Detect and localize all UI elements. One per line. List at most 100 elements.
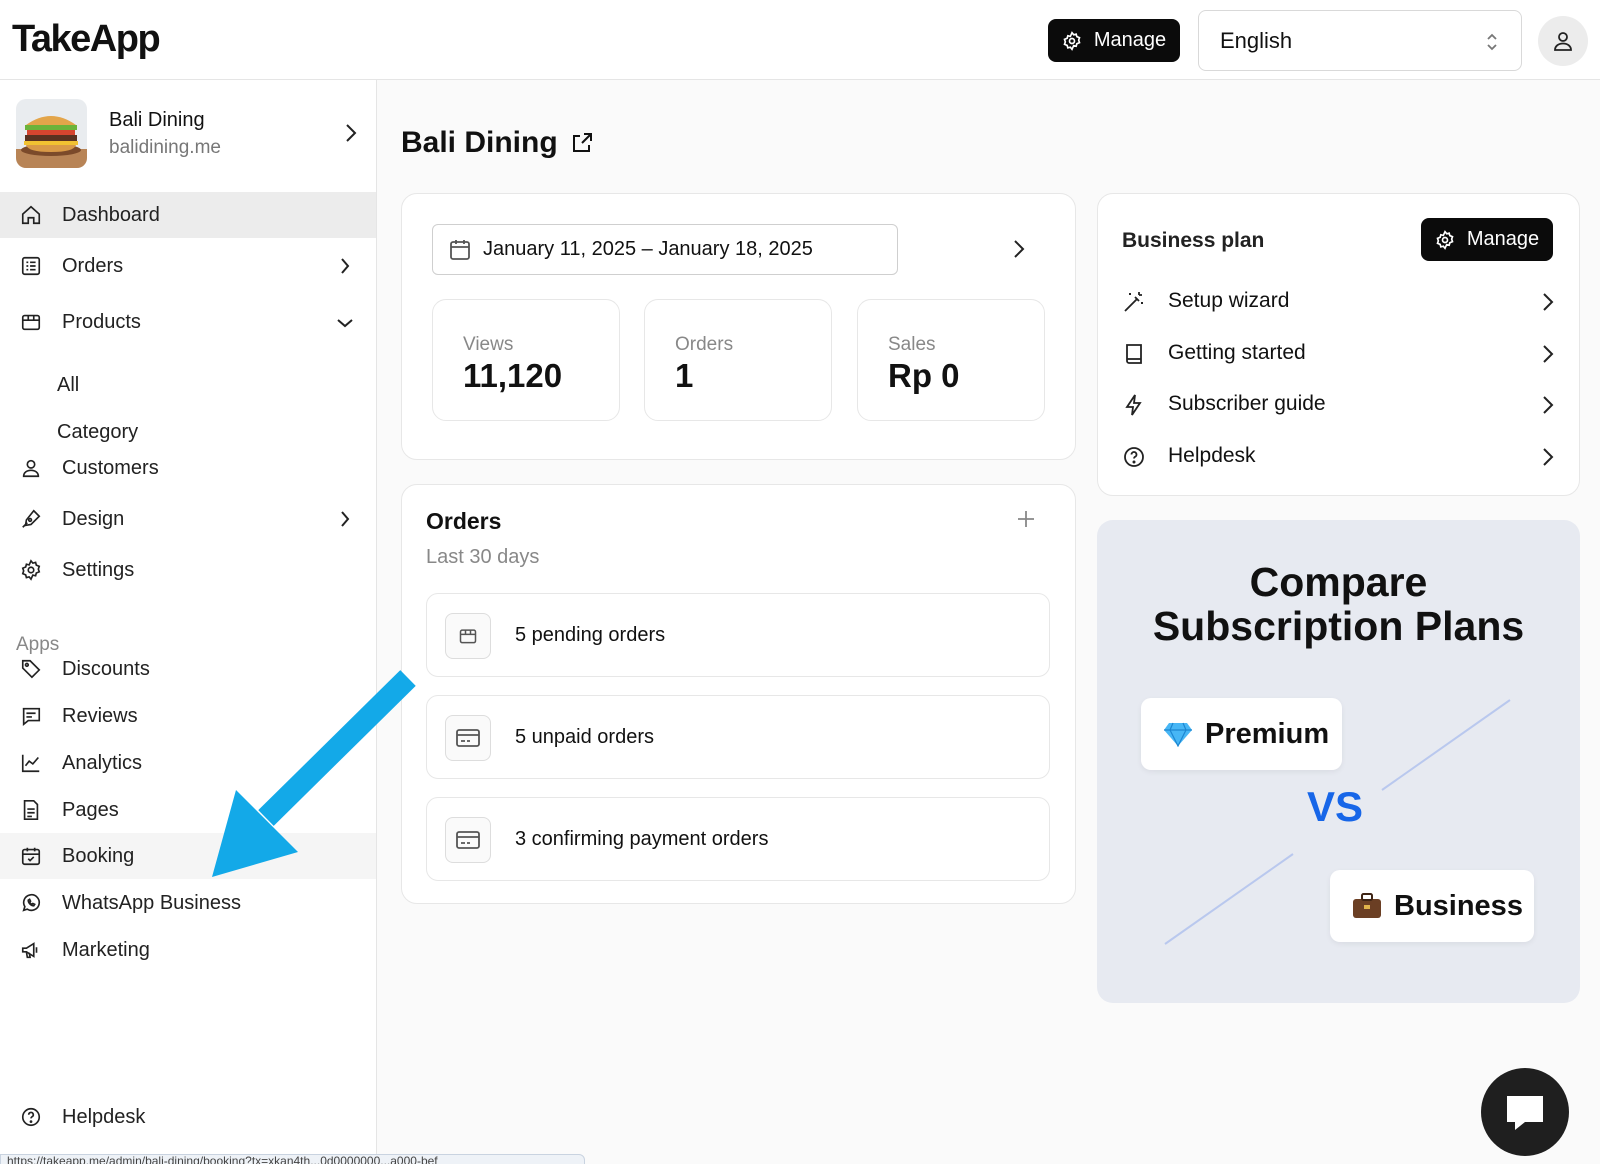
takeapp-logo[interactable]: TakeApp <box>12 18 161 61</box>
credit-card-icon <box>456 831 480 849</box>
sidebar-item-orders[interactable]: Orders <box>0 243 376 289</box>
plan-item-label: Getting started <box>1168 341 1306 364</box>
order-row-icon-box <box>445 817 491 863</box>
chevron-right-icon[interactable] <box>1013 239 1025 259</box>
plan-item-label: Helpdesk <box>1168 444 1256 467</box>
sidebar-label-orders: Orders <box>62 254 124 277</box>
plus-icon[interactable] <box>1016 509 1036 529</box>
chevron-right-icon <box>346 124 357 142</box>
sidebar-label-helpdesk: Helpdesk <box>62 1105 146 1128</box>
gear-icon <box>1436 229 1454 250</box>
sidebar-label-settings: Settings <box>62 558 135 581</box>
browser-status-url: https://takeapp.me/admin/bali-dining/boo… <box>0 1154 585 1164</box>
stat-views: Views 11,120 <box>432 299 620 421</box>
stat-sales-label: Sales <box>888 334 936 355</box>
page-title: Bali Dining <box>401 126 594 160</box>
chevron-right-icon <box>1543 396 1554 414</box>
sidebar-subitem-all[interactable]: All <box>57 374 79 397</box>
plan-manage-label: Manage <box>1466 228 1540 250</box>
chevron-right-icon <box>1543 448 1554 466</box>
store-thumbnail <box>16 99 87 168</box>
book-icon <box>1126 344 1142 364</box>
date-range-text: January 11, 2025 – January 18, 2025 <box>483 238 813 260</box>
sidebar-label-reviews: Reviews <box>62 704 138 727</box>
banner-title-line2: Subscription Plans <box>1152 603 1525 649</box>
order-row-text: 5 pending orders <box>515 624 666 646</box>
plan-item-setup-wizard[interactable]: Setup wizard <box>1122 286 1556 316</box>
briefcase-icon <box>1353 893 1381 918</box>
header-manage-button[interactable]: Manage <box>1048 19 1180 62</box>
chat-support-button[interactable] <box>1481 1068 1569 1156</box>
chevron-down-icon <box>337 319 353 328</box>
business-plan-card: Business plan Manage Setup wizard Gettin… <box>1097 193 1580 496</box>
sidebar-subitem-category[interactable]: Category <box>57 421 138 444</box>
top-bar: TakeApp Manage English <box>0 0 1600 80</box>
external-link-icon[interactable] <box>570 131 594 155</box>
sidebar-label-analytics: Analytics <box>62 751 143 774</box>
plan-item-getting-started[interactable]: Getting started <box>1122 338 1556 368</box>
store-switcher[interactable]: Bali Dining balidining.me <box>0 80 376 193</box>
business-plan-title: Business plan <box>1122 229 1265 252</box>
order-row-icon-box <box>445 715 491 761</box>
order-row-confirming[interactable]: 3 confirming payment orders <box>426 797 1050 881</box>
order-row-text: 3 confirming payment orders <box>515 828 769 850</box>
tag-icon <box>21 659 41 679</box>
plan-item-subscriber-guide[interactable]: Subscriber guide <box>1122 389 1556 419</box>
message-square-icon <box>22 707 41 726</box>
person-icon <box>22 459 40 478</box>
sidebar-label-products: Products <box>62 310 141 333</box>
chevron-right-icon <box>341 511 350 527</box>
sidebar-item-design[interactable]: Design <box>0 496 376 542</box>
chevron-right-icon <box>341 258 350 274</box>
megaphone-icon <box>21 942 38 959</box>
magic-wand-icon <box>1124 292 1143 312</box>
user-icon <box>1554 32 1572 51</box>
chat-bubble-icon <box>1507 1096 1543 1130</box>
stat-orders: Orders 1 <box>644 299 832 421</box>
stat-orders-value: 1 <box>675 357 694 394</box>
page-title-text: Bali Dining <box>401 126 558 159</box>
stat-sales: Sales Rp 0 <box>857 299 1045 421</box>
stat-orders-label: Orders <box>675 334 734 355</box>
sidebar-label-discounts: Discounts <box>62 657 150 680</box>
help-circle-icon <box>1124 447 1144 467</box>
orders-card-subtitle: Last 30 days <box>426 546 540 568</box>
stat-views-label: Views <box>463 334 514 355</box>
annotation-arrow-icon <box>212 670 416 877</box>
chevron-right-icon <box>1543 345 1554 363</box>
sidebar-label-design: Design <box>62 507 125 530</box>
business-chip: Business <box>1330 870 1534 942</box>
line-chart-icon <box>21 754 40 773</box>
sidebar-item-settings[interactable]: Settings <box>0 547 376 593</box>
box-icon <box>21 314 41 331</box>
order-row-pending[interactable]: 5 pending orders <box>426 593 1050 677</box>
sidebar-item-whatsapp-business[interactable]: WhatsApp Business <box>0 880 376 926</box>
premium-label: Premium <box>1205 717 1330 750</box>
date-range-picker[interactable]: January 11, 2025 – January 18, 2025 <box>432 224 898 275</box>
box-icon <box>459 629 477 644</box>
sidebar-label-marketing: Marketing <box>62 938 150 961</box>
gem-icon <box>1164 722 1192 747</box>
order-row-icon-box <box>445 613 491 659</box>
sidebar-item-products[interactable]: Products <box>0 299 376 345</box>
plan-item-helpdesk[interactable]: Helpdesk <box>1122 441 1556 471</box>
compare-plans-banner[interactable]: Compare Subscription Plans Premium VS Bu… <box>1097 520 1580 1003</box>
sidebar-item-dashboard[interactable]: Dashboard <box>0 192 376 238</box>
sidebar-item-customers[interactable]: Customers <box>0 445 376 491</box>
language-select[interactable]: English <box>1198 10 1522 71</box>
banner-title: Compare Subscription Plans <box>1097 560 1580 648</box>
stat-views-value: 11,120 <box>463 357 563 394</box>
chevron-right-icon <box>1543 293 1554 311</box>
premium-chip: Premium <box>1141 698 1342 770</box>
sidebar-item-helpdesk[interactable]: Helpdesk <box>0 1094 376 1140</box>
banner-title-line1: Compare <box>1249 559 1428 605</box>
plan-item-label: Setup wizard <box>1168 289 1290 312</box>
plan-manage-button[interactable]: Manage <box>1421 218 1553 261</box>
user-avatar-button[interactable] <box>1538 16 1588 66</box>
business-label: Business <box>1394 889 1523 922</box>
order-row-unpaid[interactable]: 5 unpaid orders <box>426 695 1050 779</box>
sidebar-label-booking: Booking <box>62 844 135 867</box>
sidebar-item-marketing[interactable]: Marketing <box>0 927 376 973</box>
home-icon <box>21 205 41 225</box>
pen-nib-icon <box>22 509 41 528</box>
